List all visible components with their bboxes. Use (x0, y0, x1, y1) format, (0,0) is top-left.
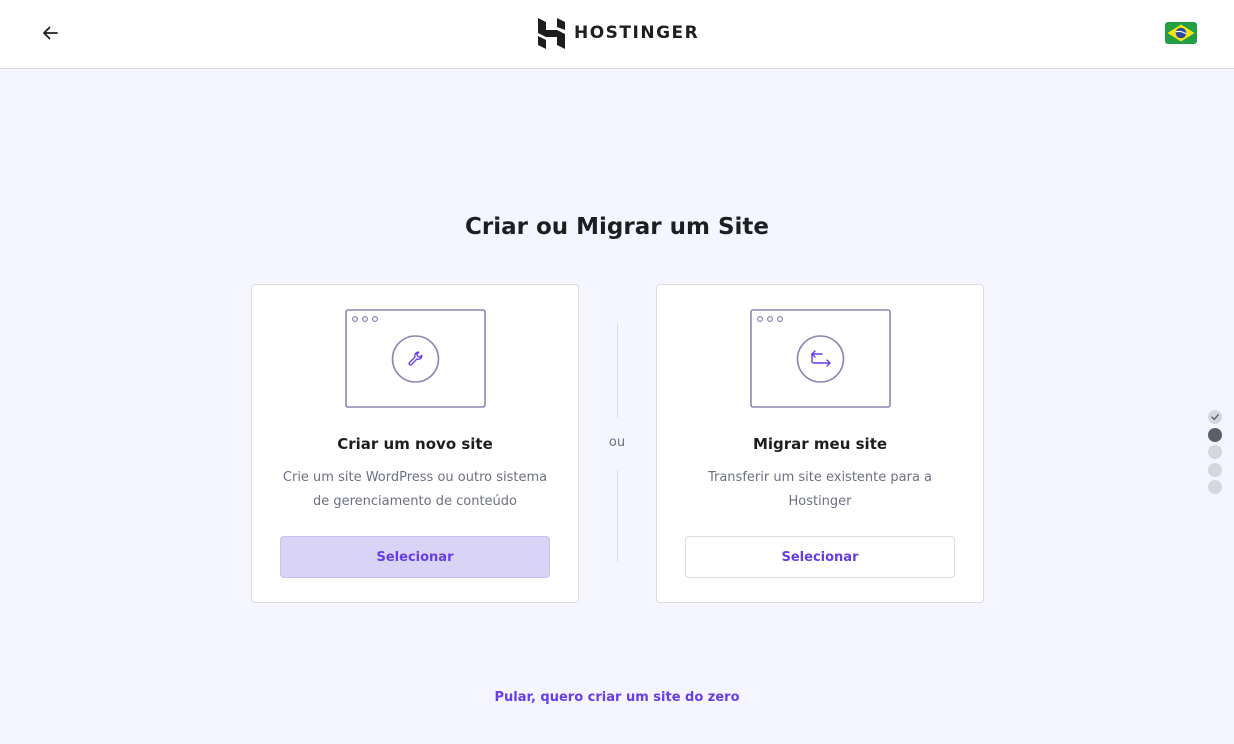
language-selector[interactable] (1165, 22, 1197, 44)
wrench-icon (408, 351, 423, 366)
divider-bottom (617, 470, 618, 562)
progress-steps (1208, 410, 1223, 498)
divider-or-text: ou (608, 435, 626, 450)
transfer-arrows-icon (811, 350, 831, 367)
step-4 (1208, 462, 1222, 477)
page-title: Criar ou Migrar um Site (465, 214, 769, 240)
brand-name: HOSTINGER (574, 23, 700, 43)
step-2-current (1208, 427, 1222, 442)
migrate-site-card[interactable]: Migrar meu site Transferir um site exist… (656, 284, 984, 603)
migrate-site-title: Migrar meu site (752, 435, 888, 453)
create-site-title: Criar um novo site (337, 435, 493, 453)
arrow-left-icon (43, 26, 58, 40)
create-site-card[interactable]: Criar um novo site Crie um site WordPres… (251, 284, 579, 603)
back-button[interactable] (36, 19, 64, 47)
hostinger-logo[interactable]: HOSTINGER (538, 17, 699, 49)
step-3 (1208, 445, 1222, 460)
step-1-completed (1208, 410, 1222, 424)
select-create-button[interactable]: Selecionar (280, 536, 550, 578)
skip-link[interactable]: Pular, quero criar um site do zero (0, 690, 1234, 705)
migrate-site-description: Transferir um site existente para a Host… (707, 470, 933, 509)
create-site-description: Crie um site WordPress ou outro sistema … (282, 470, 548, 509)
divider-top (617, 324, 618, 418)
brazil-flag-icon (1165, 22, 1197, 44)
step-5 (1208, 480, 1222, 495)
checkmark-icon (1211, 414, 1219, 421)
top-bar: HOSTINGER (0, 0, 1234, 69)
select-migrate-button[interactable]: Selecionar (685, 536, 955, 578)
hostinger-logo-icon (538, 17, 565, 49)
